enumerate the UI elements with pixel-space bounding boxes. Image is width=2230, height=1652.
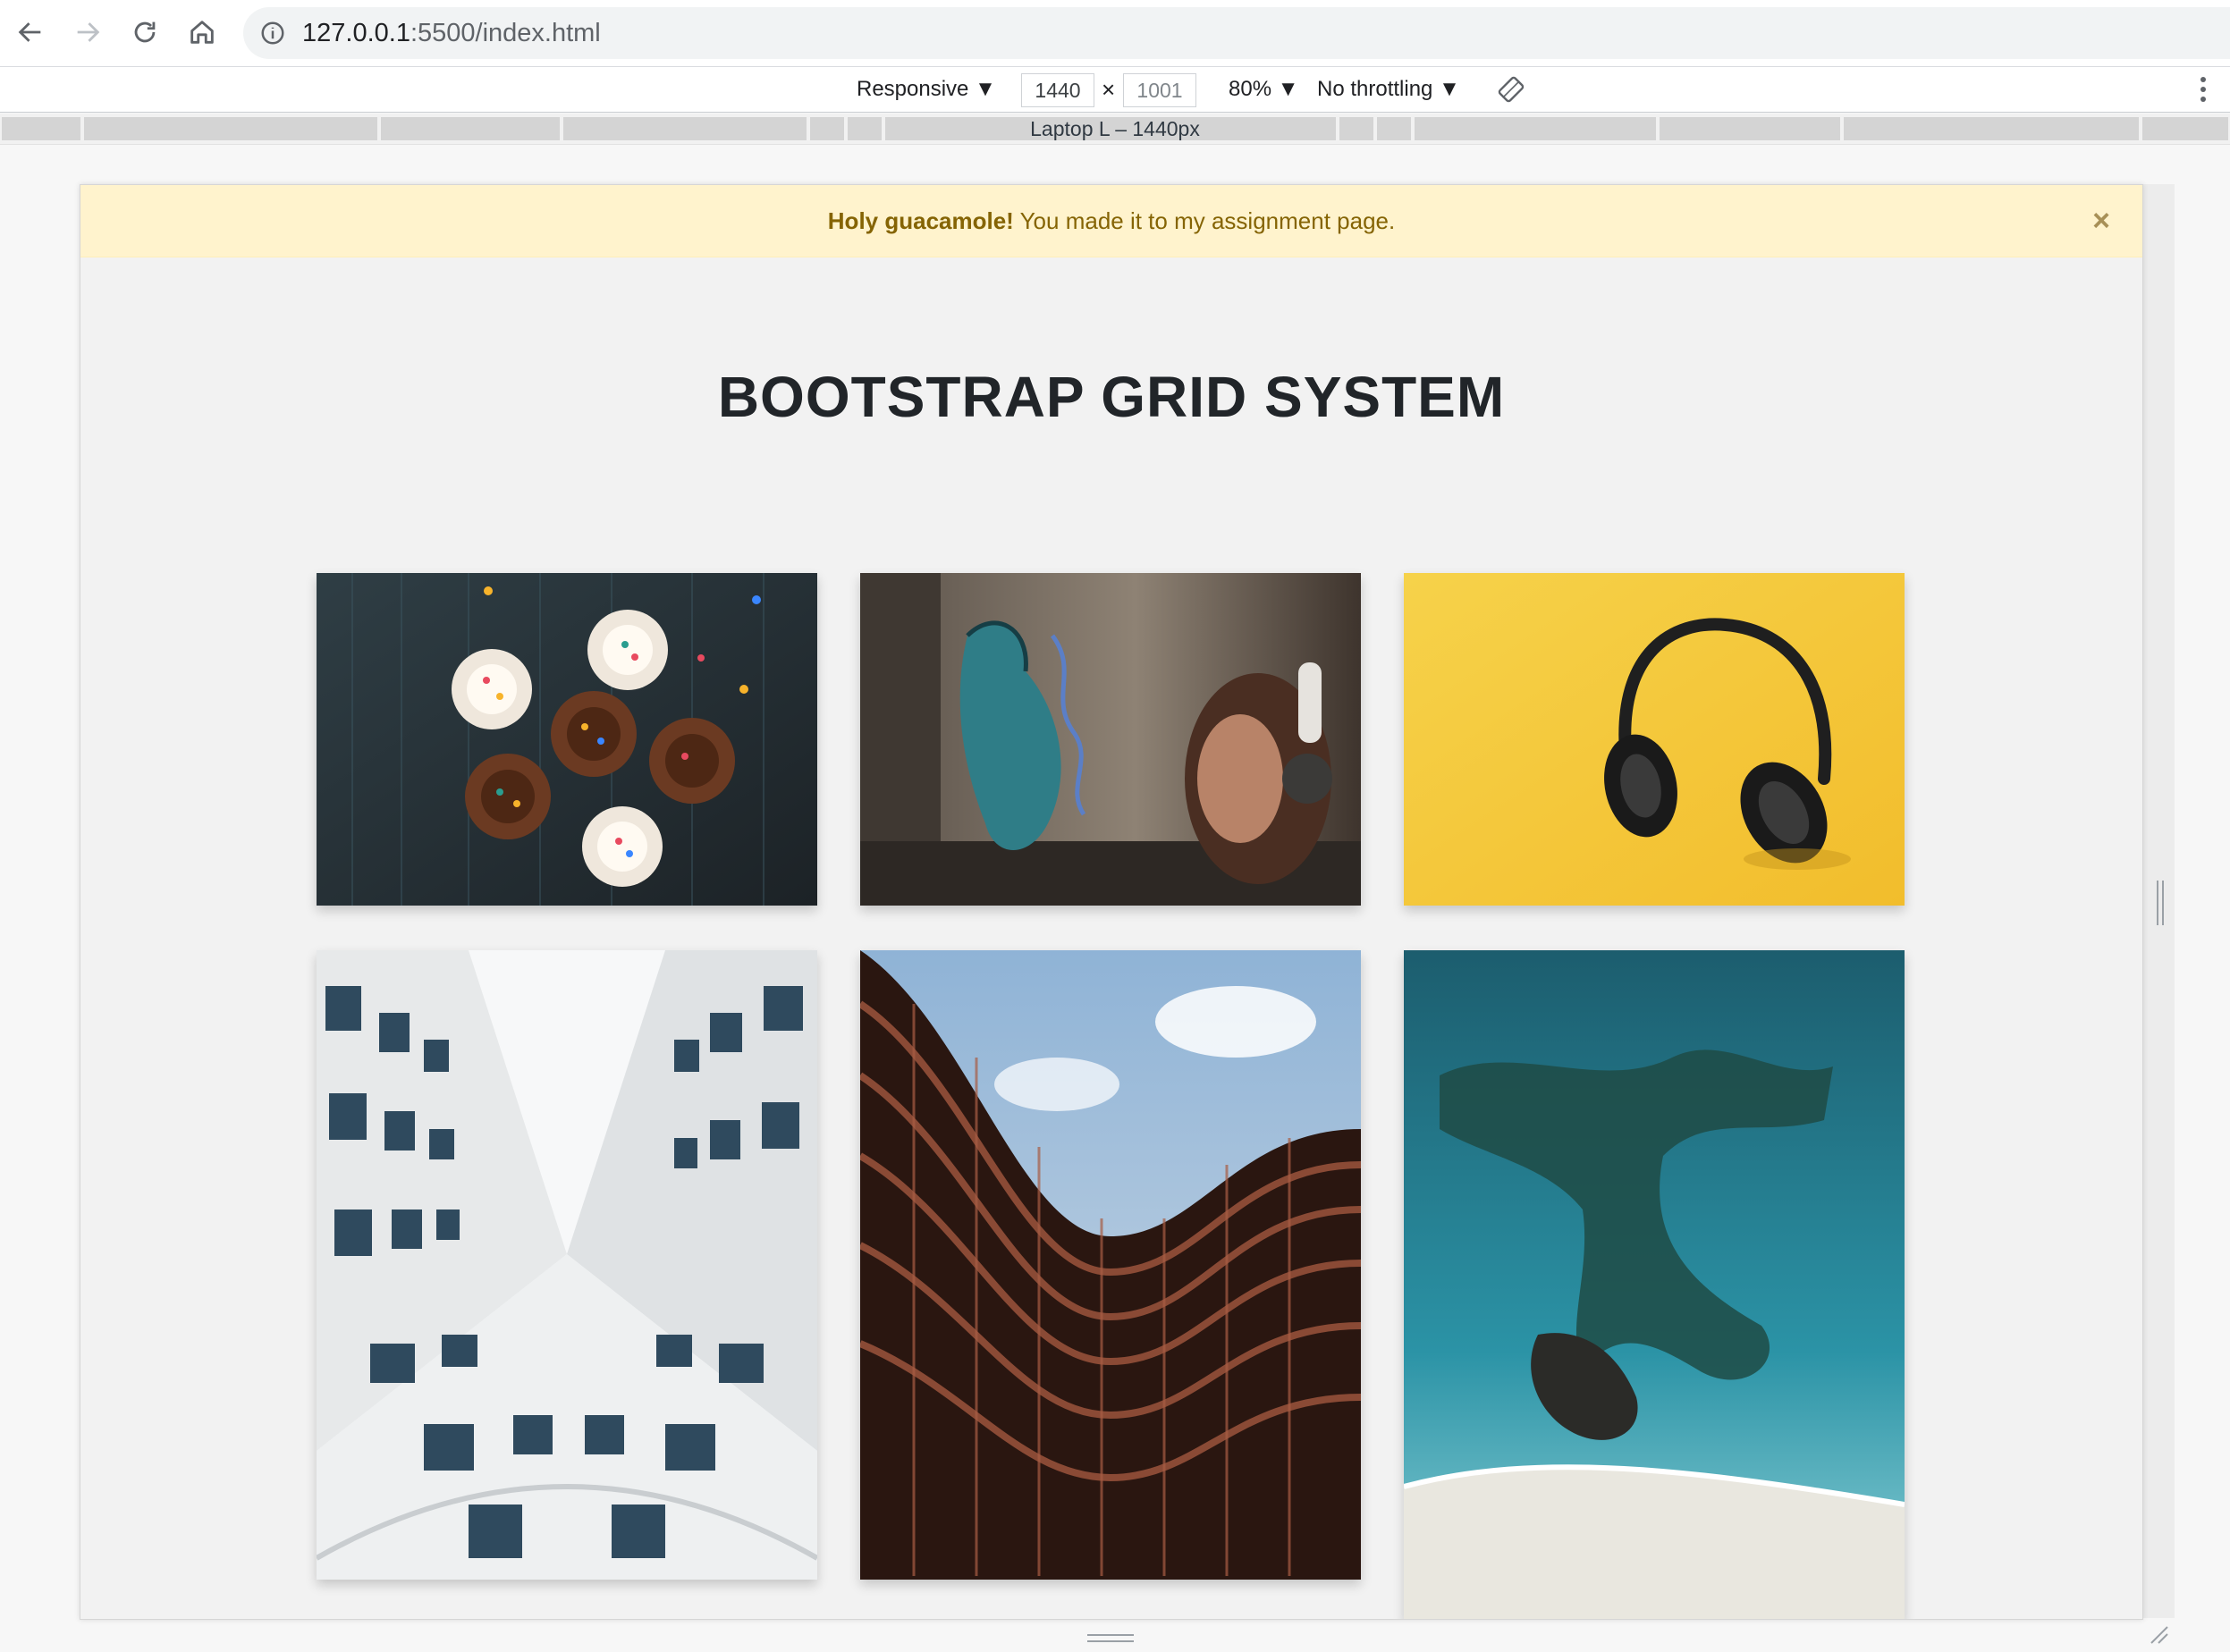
more-options-icon[interactable] [2200,76,2207,103]
resize-handle-icon[interactable] [2156,881,2165,925]
reload-button[interactable] [122,9,168,55]
reload-icon [134,21,156,43]
dimension-separator: × [1102,76,1116,103]
arrow-left-icon [18,22,41,42]
media-query-bar: Laptop L – 1440px [0,114,2230,145]
image-curved-building [860,950,1361,1580]
info-icon[interactable] [259,20,286,46]
image-cupcakes [317,573,817,906]
zoom-select[interactable]: 80% ▼ [1229,67,1298,112]
image-headphones-yellow [1404,573,1905,906]
alert-close-button[interactable]: × [2092,185,2110,257]
caret-down-icon: ▼ [975,77,996,101]
alert-banner: Holy guacamole! You made it to my assign… [80,185,2142,257]
device-select[interactable]: Responsive ▼ [857,67,996,112]
image-graffiti-headphones [860,573,1361,906]
width-input[interactable]: 1440 [1021,73,1094,107]
throttling-select[interactable]: No throttling ▼ [1317,67,1460,112]
url-text: 127.0.0.1:5500/index.html [302,7,601,59]
back-button[interactable] [7,9,54,55]
zoom-label: 80% [1229,77,1272,101]
browser-toolbar: 127.0.0.1:5500/index.html [0,0,2230,67]
rotate-icon[interactable] [1497,75,1525,104]
caret-down-icon: ▼ [1277,77,1299,101]
media-query-label: Laptop L – 1440px [0,114,2230,144]
arrow-right-icon [77,22,100,42]
device-label: Responsive [857,77,969,101]
throttling-label: No throttling [1317,77,1433,101]
alert-text: You made it to my assignment page. [1013,207,1396,234]
home-button[interactable] [179,9,225,55]
caret-down-icon: ▼ [1439,77,1460,101]
height-input[interactable]: 1001 [1123,73,1196,107]
home-icon [190,21,214,44]
corner-resize-handle-icon[interactable] [2150,1625,2169,1645]
alert-strong: Holy guacamole! [827,207,1014,234]
url-host: 127.0.0.1 [302,19,410,47]
bottom-resize-handle-icon[interactable] [1087,1632,1134,1645]
url-path: :5500/index.html [410,19,601,47]
forward-button[interactable] [64,9,111,55]
address-bar[interactable]: 127.0.0.1:5500/index.html [243,7,2230,59]
device-toolbar: Responsive ▼ 1440 × 1001 80% ▼ No thrott… [0,67,2230,113]
page-viewport: Holy guacamole! You made it to my assign… [80,184,2143,1620]
page-title: BOOTSTRAP GRID SYSTEM [717,365,1506,429]
image-white-building [317,950,817,1580]
image-aerial-sea [1404,950,1905,1619]
